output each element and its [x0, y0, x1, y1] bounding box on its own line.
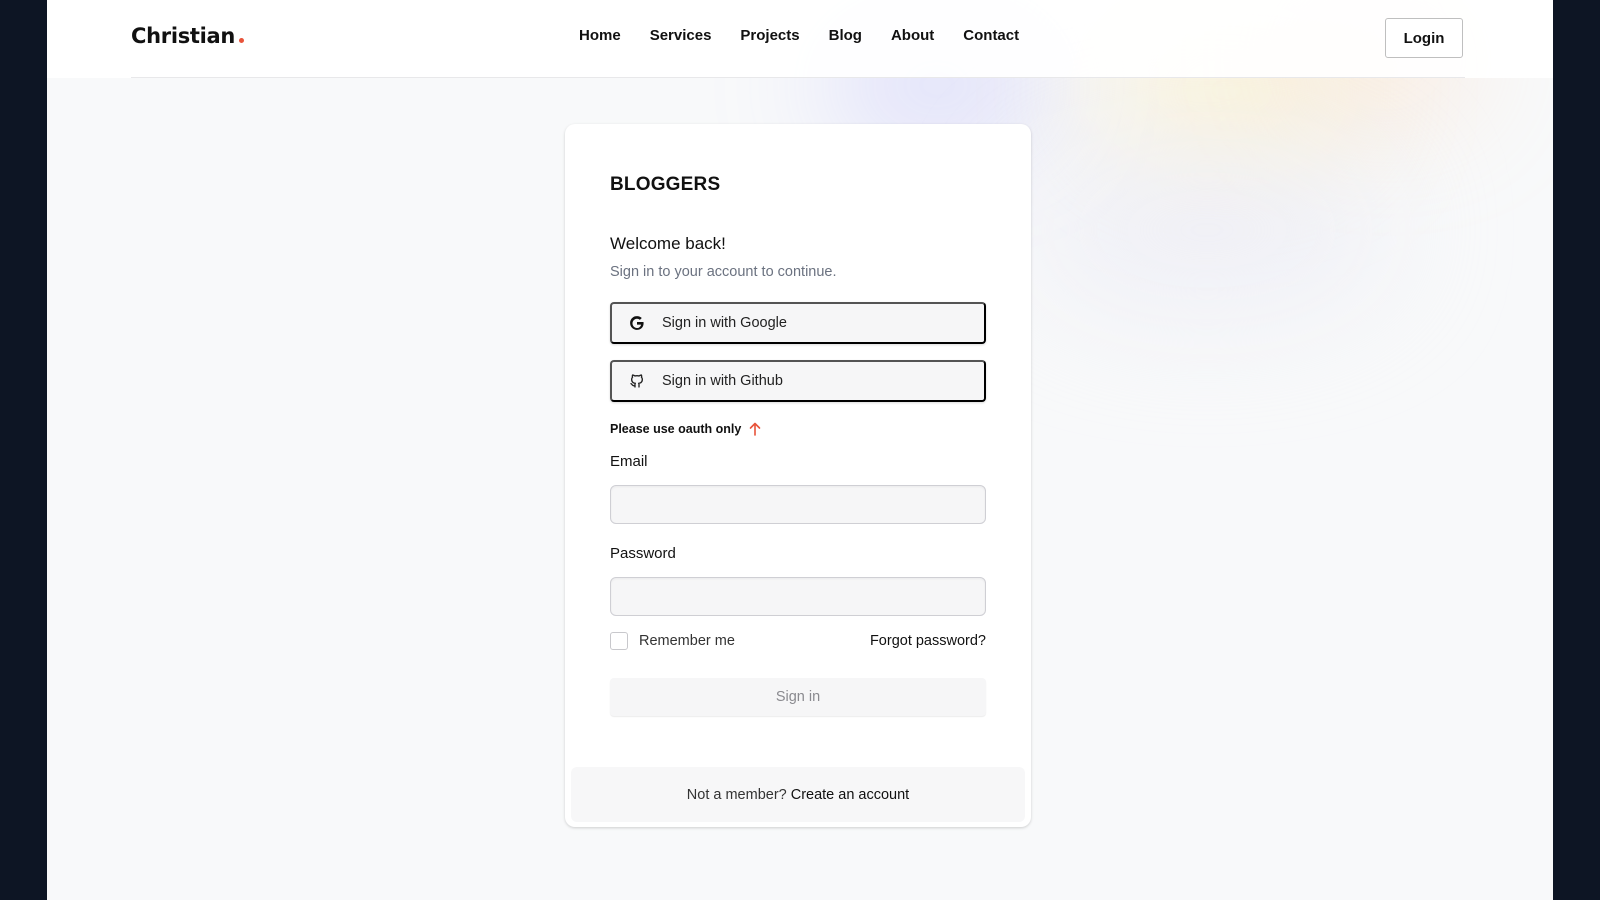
oauth-note: Please use oauth only: [610, 422, 761, 436]
email-label: Email: [610, 453, 648, 470]
signin-button[interactable]: Sign in: [610, 678, 986, 716]
header-divider: [131, 77, 1465, 78]
background-glow: [1027, 150, 1387, 310]
create-account-link[interactable]: Create an account: [791, 787, 910, 803]
nav-blog[interactable]: Blog: [829, 27, 862, 44]
github-icon: [628, 372, 646, 390]
welcome-subtitle: Sign in to your account to continue.: [610, 264, 837, 280]
arrow-up-icon: [749, 422, 761, 436]
github-signin-label: Sign in with Github: [662, 373, 783, 389]
logo-dot-icon: [239, 38, 245, 43]
github-signin-button[interactable]: Sign in with Github: [610, 360, 986, 402]
forgot-password-link[interactable]: Forgot password?: [870, 633, 986, 649]
logo[interactable]: Christian: [131, 24, 245, 48]
nav-services[interactable]: Services: [650, 27, 712, 44]
logo-text: Christian: [131, 24, 236, 48]
google-signin-button[interactable]: Sign in with Google: [610, 302, 986, 344]
signin-card: BLOGGERS Welcome back! Sign in to your a…: [565, 124, 1031, 827]
remember-me-label: Remember me: [639, 633, 735, 649]
password-label: Password: [610, 545, 676, 562]
password-field[interactable]: [610, 577, 986, 616]
nav-about[interactable]: About: [891, 27, 934, 44]
nav-contact[interactable]: Contact: [963, 27, 1019, 44]
signup-prompt: Not a member?: [686, 786, 787, 803]
remember-me-checkbox[interactable]: [610, 632, 628, 650]
page: Christian Home Services Projects Blog Ab…: [47, 0, 1553, 900]
google-icon: [628, 314, 646, 332]
signup-footer: Not a member? Create an account: [571, 767, 1025, 822]
google-signin-label: Sign in with Google: [662, 315, 787, 331]
brand-title: BLOGGERS: [610, 174, 721, 195]
oauth-note-text: Please use oauth only: [610, 422, 742, 436]
nav-home[interactable]: Home: [579, 27, 621, 44]
nav-projects[interactable]: Projects: [740, 27, 799, 44]
login-button[interactable]: Login: [1385, 18, 1463, 58]
email-field[interactable]: [610, 485, 986, 524]
welcome-heading: Welcome back!: [610, 234, 726, 253]
remember-me[interactable]: Remember me: [610, 632, 735, 650]
main-nav: Home Services Projects Blog About Contac…: [579, 27, 1048, 44]
top-header: Christian Home Services Projects Blog Ab…: [47, 0, 1553, 78]
